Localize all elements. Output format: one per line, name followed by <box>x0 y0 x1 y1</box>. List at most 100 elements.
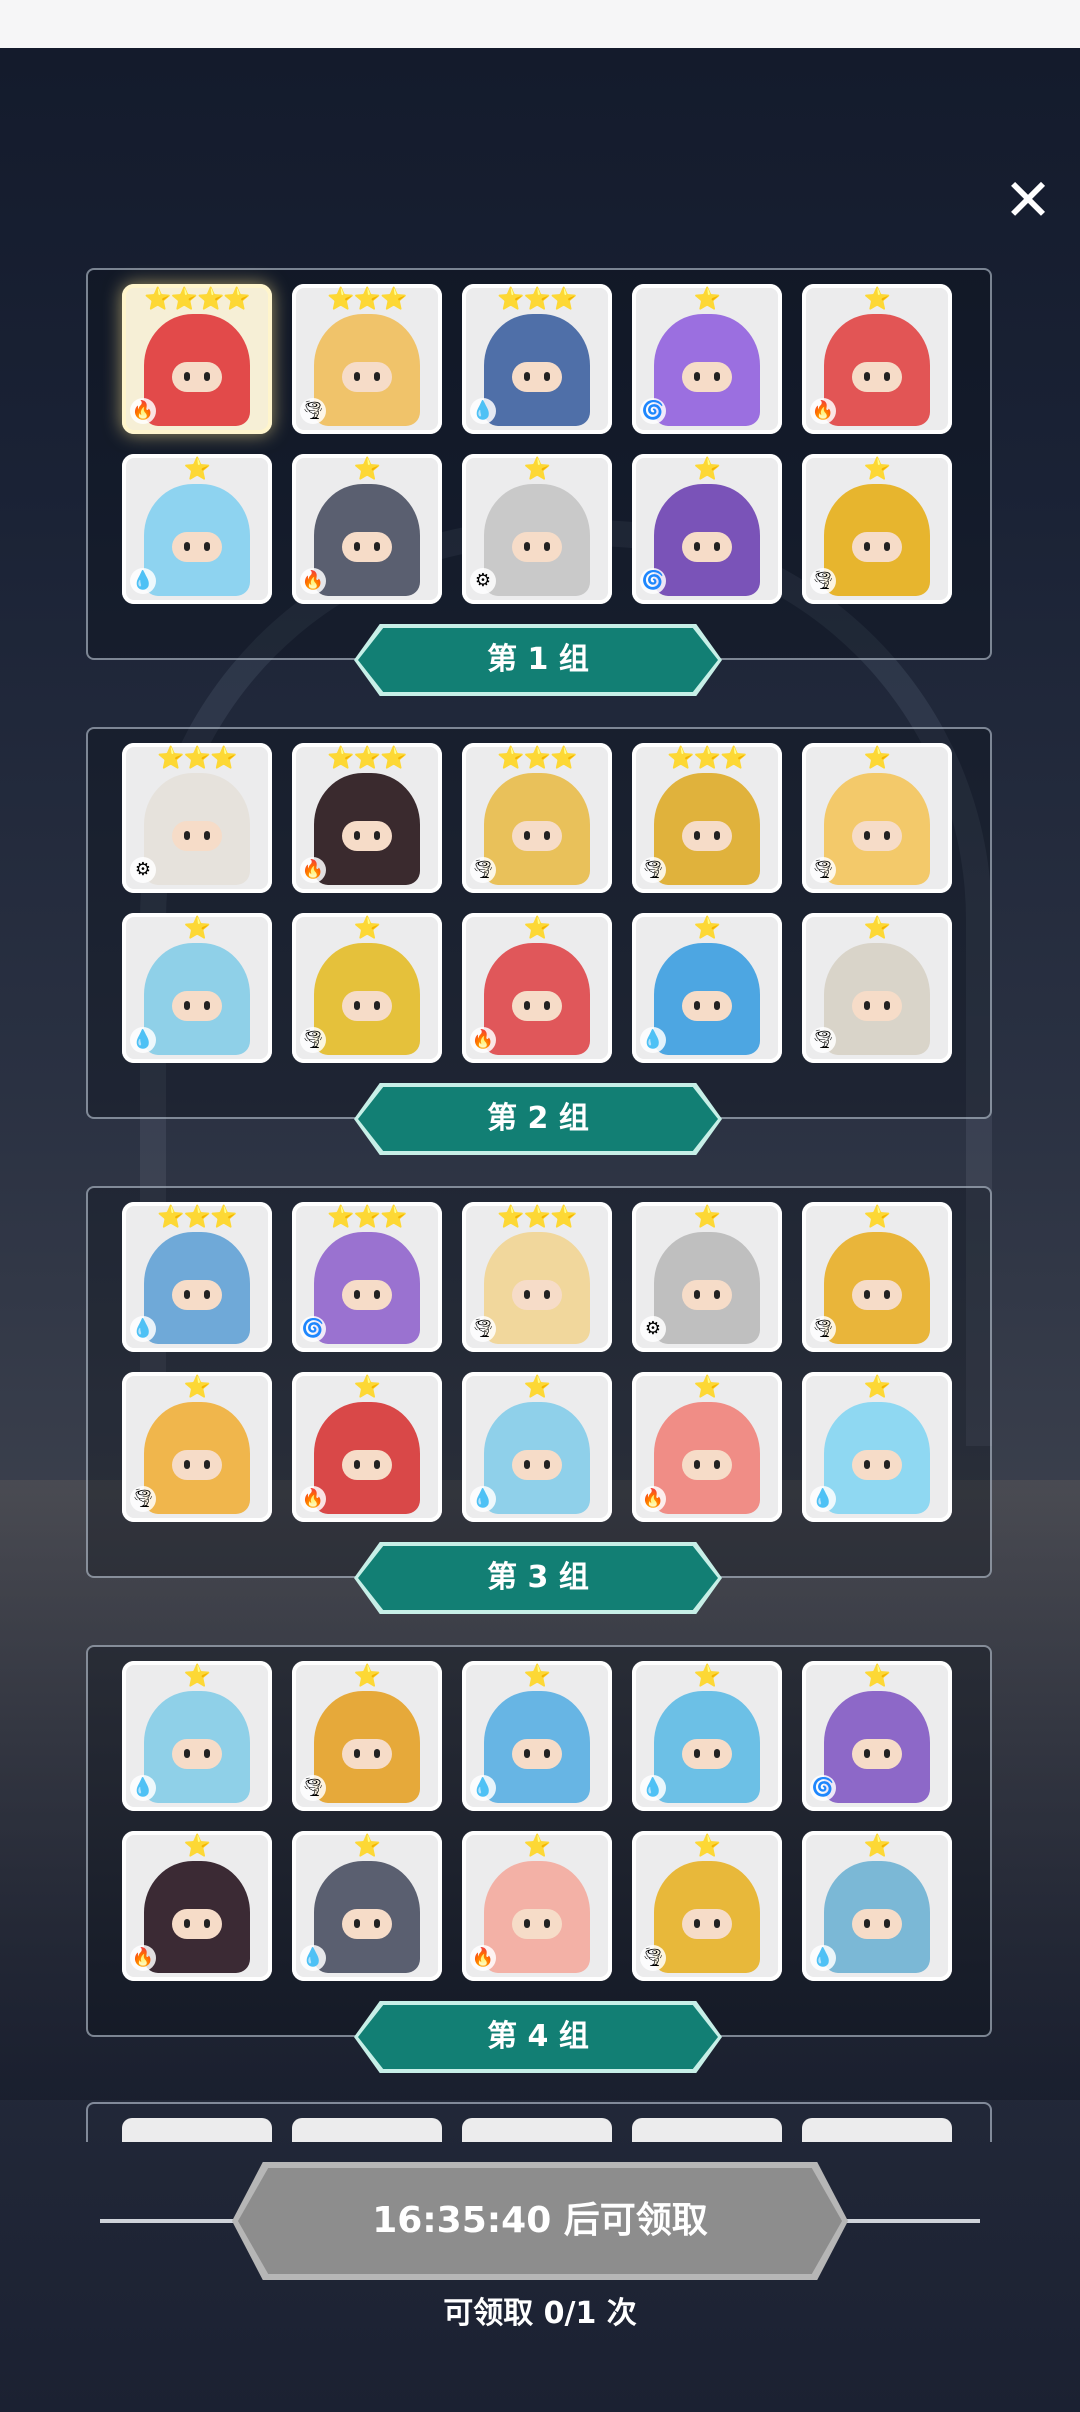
hero-card[interactable]: ⭐ 🌪 <box>292 1661 442 1811</box>
hero-card[interactable]: ⭐ 💧 <box>632 913 782 1063</box>
hero-card[interactable]: ⭐ 🌀 <box>632 454 782 604</box>
hero-card[interactable]: ⭐ 🔥 <box>292 1372 442 1522</box>
hero-card[interactable]: ⭐ 🔥 <box>122 1831 272 1981</box>
hero-eyes <box>858 831 896 840</box>
hero-card[interactable]: ⭐ ⚙ <box>462 454 612 604</box>
hero-card[interactable]: ⭐ 🌪 <box>802 913 952 1063</box>
star-rating-icon: ⭐ <box>183 1375 211 1400</box>
hero-card[interactable]: ⭐⭐⭐ 🌪 <box>632 743 782 893</box>
hero-card[interactable]: ⭐ 💧 <box>122 913 272 1063</box>
group-label: 第 4 组 <box>358 2005 718 2069</box>
hero-eyes <box>688 1290 726 1299</box>
hero-card[interactable]: ⭐⭐⭐ 🔥 <box>292 743 442 893</box>
hero-eyes <box>518 1749 556 1758</box>
hero-card[interactable]: ⭐ 💧 <box>462 1372 612 1522</box>
star-rating-icon: ⭐⭐⭐ <box>157 746 237 771</box>
hero-card[interactable]: ⭐⭐⭐ ⚙ <box>122 743 272 893</box>
fire-element-icon: 🔥 <box>300 568 326 594</box>
hero-card[interactable]: ⭐ 🌪 <box>802 1202 952 1352</box>
hero-card[interactable]: ⭐ 💧 <box>462 1661 612 1811</box>
claim-button[interactable]: 16:35:40 后可领取 <box>238 2168 842 2274</box>
hero-card[interactable]: ⭐⭐⭐⭐ 🔥 <box>122 284 272 434</box>
water-element-icon: 💧 <box>640 1027 666 1053</box>
card-stub <box>632 2118 782 2142</box>
hero-eyes <box>518 831 556 840</box>
star-rating-icon: ⭐ <box>183 916 211 941</box>
hero-grid: ⭐⭐⭐ 💧 ⭐⭐⭐ 🌀 ⭐⭐⭐ 🌪 ⭐ ⚙ ⭐ 🌪 ⭐ 🌪 ⭐ 🔥 ⭐ 💧 ⭐ 🔥 ⭐ 💧 <box>122 1202 952 1522</box>
hero-eyes <box>688 1001 726 1010</box>
wind-element-icon: 🌪 <box>300 1775 326 1801</box>
hero-eyes <box>348 1290 386 1299</box>
hero-eyes <box>348 542 386 551</box>
hero-eyes <box>858 1001 896 1010</box>
hero-eyes <box>688 1460 726 1469</box>
fire-element-icon: 🔥 <box>810 398 836 424</box>
card-stub <box>292 2118 442 2142</box>
wind-element-icon: 🌪 <box>130 1486 156 1512</box>
hero-card[interactable]: ⭐ ⚙ <box>632 1202 782 1352</box>
hero-card[interactable]: ⭐⭐⭐ 🌀 <box>292 1202 442 1352</box>
hero-card[interactable]: ⭐ 💧 <box>292 1831 442 1981</box>
hero-card[interactable]: ⭐⭐⭐ 🌪 <box>292 284 442 434</box>
group-5-partial <box>86 2102 992 2142</box>
hero-card[interactable]: ⭐ 🌀 <box>802 1661 952 1811</box>
hero-eyes <box>178 1919 216 1928</box>
wind-element-icon: 🌪 <box>640 1945 666 1971</box>
star-rating-icon: ⭐ <box>523 1375 551 1400</box>
hero-eyes <box>858 1290 896 1299</box>
hero-eyes <box>518 1001 556 1010</box>
hero-card[interactable]: ⭐ 🌪 <box>122 1372 272 1522</box>
wind-element-icon: 🌪 <box>810 1316 836 1342</box>
star-rating-icon: ⭐⭐⭐ <box>327 287 407 312</box>
hero-card[interactable]: ⭐ 🔥 <box>632 1372 782 1522</box>
star-rating-icon: ⭐ <box>863 287 891 312</box>
star-rating-icon: ⭐ <box>693 1375 721 1400</box>
hero-card[interactable]: ⭐ 🌪 <box>802 454 952 604</box>
fire-element-icon: 🔥 <box>130 398 156 424</box>
star-rating-icon: ⭐⭐⭐ <box>327 746 407 771</box>
card-stub <box>462 2118 612 2142</box>
hero-card[interactable]: ⭐ 🔥 <box>462 913 612 1063</box>
star-rating-icon: ⭐ <box>183 1834 211 1859</box>
wind-element-icon: 🌪 <box>810 857 836 883</box>
fire-element-icon: 🔥 <box>640 1486 666 1512</box>
hero-eyes <box>518 1290 556 1299</box>
hero-card[interactable]: ⭐ 🔥 <box>802 284 952 434</box>
card-stub <box>122 2118 272 2142</box>
hero-card[interactable]: ⭐⭐⭐ 💧 <box>462 284 612 434</box>
hero-card[interactable]: ⭐ 💧 <box>122 1661 272 1811</box>
hero-card[interactable]: ⭐ 💧 <box>122 454 272 604</box>
hero-card[interactable]: ⭐ 🌪 <box>292 913 442 1063</box>
wind-element-icon: 🌪 <box>810 1027 836 1053</box>
hero-eyes <box>178 542 216 551</box>
hero-eyes <box>688 1749 726 1758</box>
hero-card[interactable]: ⭐ 🌪 <box>632 1831 782 1981</box>
star-rating-icon: ⭐⭐⭐ <box>497 287 577 312</box>
close-icon[interactable]: ✕ <box>996 168 1060 232</box>
hero-card[interactable]: ⭐ 💧 <box>802 1372 952 1522</box>
reward-group-1: ⭐⭐⭐⭐ 🔥 ⭐⭐⭐ 🌪 ⭐⭐⭐ 💧 ⭐ 🌀 ⭐ 🔥 ⭐ 💧 ⭐ 🔥 ⭐ ⚙ ⭐ 🌀 ⭐ 🌪 <box>86 268 992 660</box>
hero-card[interactable]: ⭐ 🔥 <box>292 454 442 604</box>
hero-card[interactable]: ⭐ 🔥 <box>462 1831 612 1981</box>
hero-eyes <box>518 1919 556 1928</box>
star-rating-icon: ⭐ <box>353 916 381 941</box>
hero-eyes <box>518 372 556 381</box>
dark-element-icon: 🌀 <box>810 1775 836 1801</box>
wind-element-icon: 🌪 <box>810 568 836 594</box>
dark-element-icon: 🌀 <box>300 1316 326 1342</box>
hero-card[interactable]: ⭐⭐⭐ 🌪 <box>462 743 612 893</box>
hero-card[interactable]: ⭐ 💧 <box>632 1661 782 1811</box>
hero-card[interactable]: ⭐ 🌀 <box>632 284 782 434</box>
hero-grid: ⭐ 💧 ⭐ 🌪 ⭐ 💧 ⭐ 💧 ⭐ 🌀 ⭐ 🔥 ⭐ 💧 ⭐ 🔥 ⭐ 🌪 ⭐ 💧 <box>122 1661 952 1981</box>
star-rating-icon: ⭐ <box>863 457 891 482</box>
star-rating-icon: ⭐ <box>863 746 891 771</box>
hero-card[interactable]: ⭐ 🌪 <box>802 743 952 893</box>
star-rating-icon: ⭐ <box>353 1834 381 1859</box>
star-rating-icon: ⭐ <box>693 287 721 312</box>
hero-eyes <box>688 542 726 551</box>
hero-card[interactable]: ⭐⭐⭐ 🌪 <box>462 1202 612 1352</box>
hero-card[interactable]: ⭐⭐⭐ 💧 <box>122 1202 272 1352</box>
star-rating-icon: ⭐ <box>863 1834 891 1859</box>
hero-card[interactable]: ⭐ 💧 <box>802 1831 952 1981</box>
fire-element-icon: 🔥 <box>470 1027 496 1053</box>
